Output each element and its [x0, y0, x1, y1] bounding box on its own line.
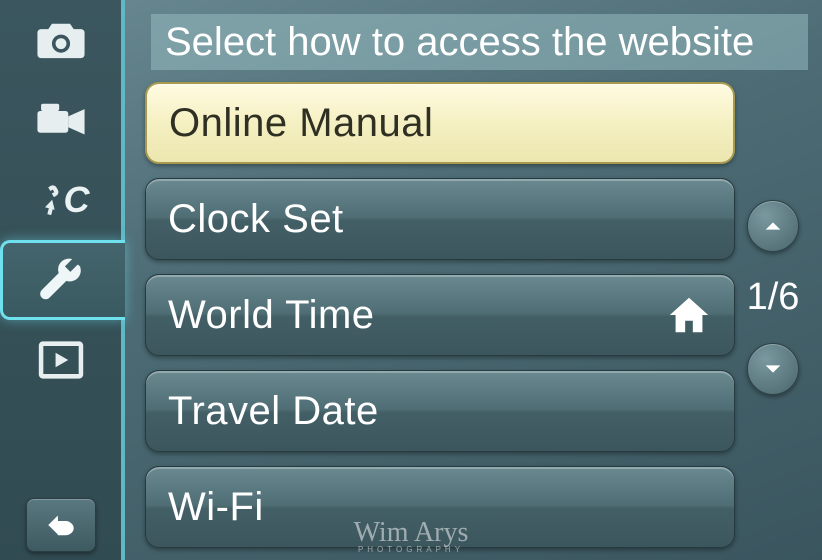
menu-item-world-time[interactable]: World Time: [145, 274, 735, 356]
scroll-down-button[interactable]: [747, 343, 799, 395]
menu-item-label: World Time: [168, 293, 375, 338]
page-indicator: 1/6: [747, 276, 800, 319]
main-panel: Select how to access the website Online …: [129, 0, 822, 560]
tab-back-row: [0, 490, 121, 560]
custom-fc-icon: C: [32, 179, 90, 221]
page-title: Select how to access the website: [151, 14, 808, 70]
tab-video[interactable]: [0, 80, 121, 160]
scroll-controls: 1/6: [738, 200, 808, 395]
menu-item-label: Clock Set: [168, 197, 344, 242]
page-title-text: Select how to access the website: [165, 20, 754, 65]
playback-icon: [32, 331, 90, 389]
menu-item-label: Wi-Fi: [168, 485, 264, 530]
video-icon: [32, 91, 90, 149]
tab-playback[interactable]: [0, 320, 121, 400]
tab-camera[interactable]: [0, 0, 121, 80]
tab-custom[interactable]: C: [0, 160, 121, 240]
menu-item-travel-date[interactable]: Travel Date: [145, 370, 735, 452]
back-button[interactable]: [26, 498, 96, 552]
menu-item-clock-set[interactable]: Clock Set: [145, 178, 735, 260]
menu-item-label: Online Manual: [169, 101, 433, 146]
back-arrow-icon: [42, 506, 80, 544]
tab-setup[interactable]: [0, 240, 125, 320]
scroll-up-button[interactable]: [747, 200, 799, 252]
chevron-down-icon: [762, 358, 784, 380]
wrench-icon: [35, 251, 93, 309]
camera-icon: [32, 11, 90, 69]
menu-list: Online Manual Clock Set World Time Trave…: [145, 82, 735, 548]
home-icon: [666, 292, 712, 338]
page-indicator-text: 1/6: [747, 276, 800, 318]
menu-item-online-manual[interactable]: Online Manual: [145, 82, 735, 164]
menu-item-wifi[interactable]: Wi-Fi: [145, 466, 735, 548]
sidebar-tabs: C: [0, 0, 125, 560]
menu-item-label: Travel Date: [168, 389, 379, 434]
tab-custom-letter: C: [64, 179, 90, 221]
chevron-up-icon: [762, 215, 784, 237]
